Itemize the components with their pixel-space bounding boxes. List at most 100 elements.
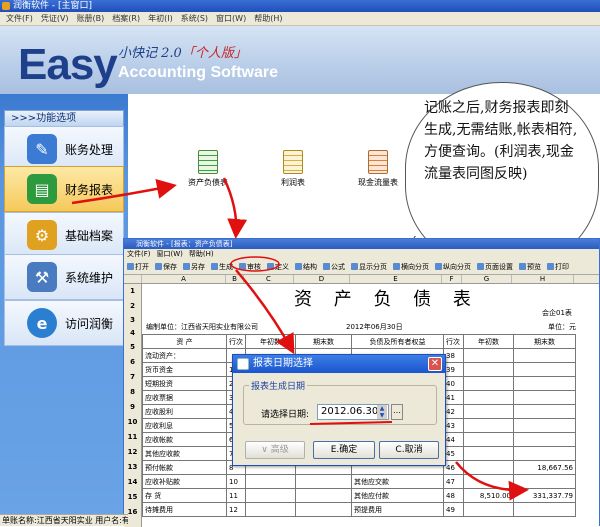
menu-help[interactable]: 帮助(H) (250, 12, 286, 25)
table-cell[interactable]: 应收股利 (142, 404, 227, 419)
menu-window[interactable]: 窗口(W) (212, 12, 250, 25)
table-cell[interactable]: 其他应交款 (351, 474, 444, 489)
table-cell[interactable] (295, 474, 352, 489)
table-cell[interactable]: 存 货 (142, 488, 227, 503)
table-cell[interactable] (295, 488, 352, 503)
table-cell[interactable]: 38 (443, 348, 464, 363)
table-cell[interactable]: 应收票据 (142, 390, 227, 405)
sidebar-item-archives[interactable]: ⚙ 基础档案 (4, 212, 124, 258)
show-pages-button[interactable]: 显示分页 (348, 262, 390, 272)
save-button[interactable]: 保存 (152, 262, 180, 272)
table-cell[interactable] (513, 376, 576, 391)
ok-button[interactable]: E.确定 (313, 441, 375, 459)
v-paging-button[interactable]: 纵向分页 (432, 262, 474, 272)
table-cell[interactable] (463, 446, 514, 461)
menu-file[interactable]: 文件(F) (2, 12, 37, 25)
close-icon[interactable]: ✕ (428, 357, 442, 371)
table-cell[interactable]: 10 (226, 474, 246, 489)
table-cell[interactable]: 43 (443, 418, 464, 433)
date-spinner[interactable]: ▲ ▼ (377, 405, 387, 419)
audit-button[interactable]: 审核 (236, 262, 264, 272)
table-cell[interactable] (463, 390, 514, 405)
formula-button[interactable]: 公式 (320, 262, 348, 272)
advanced-button[interactable]: ∨ 高级 (245, 441, 305, 459)
sidebar-item-maintenance[interactable]: ⚒ 系统维护 (4, 254, 124, 300)
table-cell[interactable]: 其他应收款 (142, 446, 227, 461)
menu-year-start[interactable]: 年初(I) (144, 12, 177, 25)
table-cell[interactable] (245, 474, 296, 489)
h-paging-button[interactable]: 横向分页 (390, 262, 432, 272)
table-cell[interactable] (463, 348, 514, 363)
report-cash-flow[interactable]: 现金流量表 (350, 150, 406, 188)
generate-button[interactable]: 生成 (208, 262, 236, 272)
menu-voucher[interactable]: 凭证(V) (37, 12, 73, 25)
table-cell[interactable]: 331,337.79 (513, 488, 576, 503)
table-cell[interactable] (463, 502, 514, 517)
table-cell[interactable] (513, 418, 576, 433)
table-cell[interactable] (513, 474, 576, 489)
table-cell[interactable]: 流动资产： (142, 348, 227, 363)
table-cell[interactable]: 预付帐款 (142, 460, 227, 475)
menu-books[interactable]: 账册(B) (73, 12, 109, 25)
report-balance-sheet[interactable]: 资产负债表 (180, 150, 236, 188)
page-setup-button[interactable]: 页面设置 (474, 262, 516, 272)
define-button[interactable]: 定义 (264, 262, 292, 272)
table-cell[interactable] (513, 404, 576, 419)
table-cell[interactable] (513, 446, 576, 461)
print-button[interactable]: 打印 (544, 262, 572, 272)
table-cell[interactable] (463, 376, 514, 391)
table-cell[interactable] (513, 502, 576, 517)
open-button[interactable]: 打开 (124, 262, 152, 272)
table-cell[interactable] (513, 390, 576, 405)
menu-system[interactable]: 系统(S) (177, 12, 212, 25)
table-cell[interactable]: 48 (443, 488, 464, 503)
table-cell[interactable] (463, 460, 514, 475)
sub-menu-window[interactable]: 窗口(W) (154, 249, 186, 259)
cancel-button[interactable]: C.取消 (379, 441, 439, 459)
table-cell[interactable] (463, 362, 514, 377)
table-cell[interactable]: 12 (226, 502, 246, 517)
sidebar-item-visit[interactable]: e 访问润衡 (4, 300, 124, 346)
table-cell[interactable]: 45 (443, 446, 464, 461)
table-cell[interactable]: 预提费用 (351, 502, 444, 517)
table-cell[interactable] (463, 404, 514, 419)
table-cell[interactable]: 应收利息 (142, 418, 227, 433)
sidebar-item-reports[interactable]: ▤ 财务报表 (4, 166, 124, 212)
report-income-statement[interactable]: 利润表 (265, 150, 321, 188)
ledger-icon: ✎ (27, 134, 57, 164)
table-cell[interactable] (463, 432, 514, 447)
save-as-button[interactable]: 另存 (180, 262, 208, 272)
sub-menu-help[interactable]: 帮助(H) (186, 249, 217, 259)
table-cell[interactable] (245, 488, 296, 503)
table-cell[interactable]: 应收帐款 (142, 432, 227, 447)
sub-menu-file[interactable]: 文件(F) (124, 249, 154, 259)
table-cell[interactable]: 待摊费用 (142, 502, 227, 517)
table-cell[interactable]: 11 (226, 488, 246, 503)
table-cell[interactable] (463, 418, 514, 433)
table-cell[interactable] (245, 502, 296, 517)
table-cell[interactable] (513, 348, 576, 363)
structure-button[interactable]: 结构 (292, 262, 320, 272)
date-picker-button[interactable]: … (391, 404, 403, 420)
preview-button[interactable]: 预览 (516, 262, 544, 272)
table-cell[interactable]: 44 (443, 432, 464, 447)
table-cell[interactable]: 货币资金 (142, 362, 227, 377)
table-cell[interactable]: 8,510.00 (463, 488, 514, 503)
table-cell[interactable]: 49 (443, 502, 464, 517)
table-cell[interactable] (513, 362, 576, 377)
table-cell[interactable]: 短期投资 (142, 376, 227, 391)
report-label: 资产负债表 (188, 178, 228, 187)
table-cell[interactable]: 应收补贴款 (142, 474, 227, 489)
table-cell[interactable]: 46 (443, 460, 464, 475)
table-cell[interactable] (513, 432, 576, 447)
table-cell[interactable]: 39 (443, 362, 464, 377)
table-cell[interactable]: 42 (443, 404, 464, 419)
table-cell[interactable] (463, 474, 514, 489)
table-cell[interactable]: 41 (443, 390, 464, 405)
table-cell[interactable]: 40 (443, 376, 464, 391)
menu-archive[interactable]: 档案(R) (108, 12, 144, 25)
table-cell[interactable]: 47 (443, 474, 464, 489)
table-cell[interactable]: 其他应付款 (351, 488, 444, 503)
table-cell[interactable] (295, 502, 352, 517)
table-cell[interactable]: 18,667.56 (513, 460, 576, 475)
